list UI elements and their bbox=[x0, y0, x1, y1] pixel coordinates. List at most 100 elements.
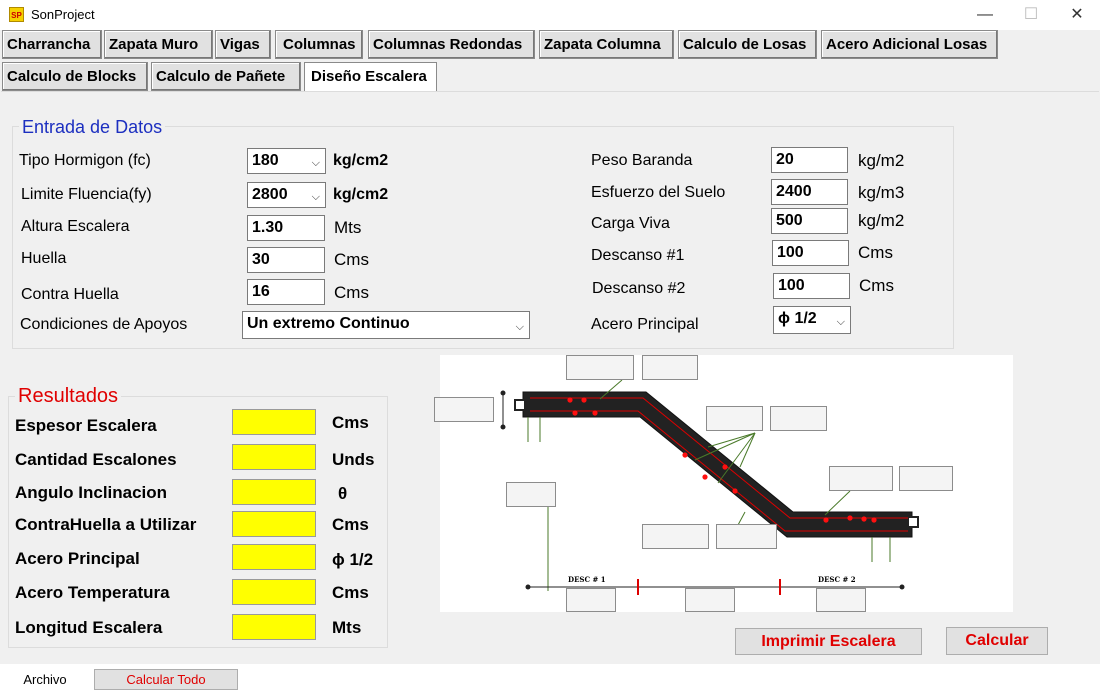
diagram-box bbox=[770, 406, 827, 431]
maximize-button[interactable]: ☐ bbox=[1008, 0, 1054, 30]
tipo-hormigon-label: Tipo Hormigon (fc) bbox=[19, 152, 151, 169]
res-value-cantidad bbox=[232, 444, 316, 470]
res-label-cantidad: Cantidad Escalones bbox=[15, 450, 177, 469]
diagram-box bbox=[434, 397, 494, 422]
huella-unit: Cms bbox=[334, 250, 369, 269]
chevron-down-icon: ⌵ bbox=[836, 316, 845, 328]
tipo-hormigon-select[interactable]: 180 ⌵ bbox=[247, 148, 326, 174]
res-label-angulo: Angulo Inclinacion bbox=[15, 483, 168, 502]
condiciones-apoyos-select[interactable]: Un extremo Continuo ⌵ bbox=[242, 311, 530, 339]
res-unit-contrahuella: Cms bbox=[332, 515, 369, 534]
huella-label: Huella bbox=[21, 250, 67, 267]
descanso1-label: Descanso #1 bbox=[591, 247, 685, 264]
res-value-longitud bbox=[232, 614, 316, 640]
tipo-hormigon-unit: kg/cm2 bbox=[333, 152, 389, 169]
title-bar: SP SonProject — ☐ ✕ bbox=[0, 0, 1100, 30]
altura-escalera-label: Altura Escalera bbox=[21, 218, 130, 235]
diagram-box bbox=[506, 482, 556, 507]
res-label-espesor: Espesor Escalera bbox=[15, 416, 157, 435]
diagram-box bbox=[566, 355, 634, 380]
carga-viva-label: Carga Viva bbox=[591, 215, 670, 232]
diagram-box bbox=[642, 524, 709, 549]
resultados-legend: Resultados bbox=[15, 385, 122, 408]
diagram-box bbox=[642, 355, 698, 380]
res-unit-cantidad: Unds bbox=[332, 450, 375, 469]
limite-fluencia-select[interactable]: 2800 ⌵ bbox=[247, 182, 326, 208]
tab-calculo-losas[interactable]: Calculo de Losas bbox=[678, 30, 817, 59]
res-value-acero-principal bbox=[232, 544, 316, 570]
diagram-box bbox=[829, 466, 893, 491]
desc1-label: DESC # 1 bbox=[568, 575, 606, 584]
diagram-box bbox=[706, 406, 763, 431]
limite-fluencia-label: Limite Fluencia(fy) bbox=[21, 186, 152, 203]
tab-calculo-panete[interactable]: Calculo de Pañete bbox=[151, 62, 301, 91]
res-unit-espesor: Cms bbox=[332, 413, 369, 432]
peso-baranda-input[interactable]: 20 bbox=[771, 147, 848, 173]
condiciones-apoyos-value: Un extremo Continuo bbox=[247, 315, 410, 332]
chevron-down-icon: ⌵ bbox=[311, 157, 320, 169]
imprimir-escalera-button[interactable]: Imprimir Escalera bbox=[735, 628, 922, 655]
peso-baranda-unit: kg/m2 bbox=[858, 151, 905, 170]
acero-principal-select[interactable]: ϕ 1/2 ⌵ bbox=[773, 306, 851, 334]
left-notch bbox=[514, 399, 526, 411]
descanso2-label: Descanso #2 bbox=[592, 280, 686, 297]
res-label-acero-temperatura: Acero Temperatura bbox=[15, 583, 170, 602]
res-label-contrahuella: ContraHuella a Utilizar bbox=[15, 515, 197, 534]
peso-baranda-label: Peso Baranda bbox=[591, 152, 693, 169]
contra-huella-unit: Cms bbox=[334, 283, 369, 302]
entrada-legend: Entrada de Datos bbox=[19, 117, 166, 138]
tab-columnas[interactable]: Columnas bbox=[275, 30, 363, 59]
chevron-down-icon: ⌵ bbox=[515, 321, 524, 333]
diagram-box bbox=[716, 524, 777, 549]
altura-escalera-unit: Mts bbox=[334, 218, 362, 237]
tab-zapata-muro[interactable]: Zapata Muro bbox=[104, 30, 213, 59]
tab-calculo-blocks[interactable]: Calculo de Blocks bbox=[2, 62, 148, 91]
right-notch bbox=[907, 516, 919, 528]
diagram-box bbox=[685, 588, 735, 612]
chevron-down-icon: ⌵ bbox=[311, 191, 320, 203]
tab-zapata-columna[interactable]: Zapata Columna bbox=[539, 30, 674, 59]
calcular-todo-button[interactable]: Calcular Todo bbox=[94, 669, 238, 690]
tab-diseno-escalera[interactable]: Diseño Escalera bbox=[304, 62, 437, 91]
diagram-box bbox=[816, 588, 866, 612]
res-unit-angulo: θ bbox=[338, 484, 348, 503]
archivo-menu[interactable]: Archivo bbox=[9, 666, 81, 693]
huella-input[interactable]: 30 bbox=[247, 247, 325, 273]
res-label-longitud: Longitud Escalera bbox=[15, 618, 163, 637]
carga-viva-unit: kg/m2 bbox=[858, 211, 905, 230]
descanso2-unit: Cms bbox=[859, 276, 894, 295]
diagram-box bbox=[899, 466, 953, 491]
limite-fluencia-value: 2800 bbox=[252, 186, 288, 203]
descanso1-input[interactable]: 100 bbox=[772, 240, 849, 266]
app-icon: SP bbox=[9, 7, 24, 22]
limite-fluencia-unit: kg/cm2 bbox=[333, 186, 389, 203]
tab-charrancha[interactable]: Charrancha bbox=[2, 30, 102, 59]
res-unit-acero-temperatura: Cms bbox=[332, 583, 369, 602]
res-label-acero-principal: Acero Principal bbox=[15, 549, 140, 568]
esfuerzo-suelo-label: Esfuerzo del Suelo bbox=[591, 184, 726, 201]
res-unit-longitud: Mts bbox=[332, 618, 362, 637]
res-value-contrahuella bbox=[232, 511, 316, 537]
res-unit-acero-principal: ϕ 1/2 bbox=[332, 550, 374, 569]
altura-escalera-input[interactable]: 1.30 bbox=[247, 215, 325, 241]
res-value-angulo bbox=[232, 479, 316, 505]
close-button[interactable]: ✕ bbox=[1054, 0, 1100, 30]
res-value-acero-temperatura bbox=[232, 579, 316, 605]
tab-acero-adicional-losas[interactable]: Acero Adicional Losas bbox=[821, 30, 998, 59]
esfuerzo-suelo-input[interactable]: 2400 bbox=[771, 179, 848, 205]
descanso2-input[interactable]: 100 bbox=[773, 273, 850, 299]
contra-huella-input[interactable]: 16 bbox=[247, 279, 325, 305]
desc2-label: DESC # 2 bbox=[818, 575, 856, 584]
minimize-button[interactable]: — bbox=[962, 0, 1008, 30]
calcular-button[interactable]: Calcular bbox=[946, 627, 1048, 655]
contra-huella-label: Contra Huella bbox=[21, 286, 119, 303]
carga-viva-input[interactable]: 500 bbox=[771, 208, 848, 234]
tipo-hormigon-value: 180 bbox=[252, 152, 279, 169]
acero-principal-label: Acero Principal bbox=[591, 316, 699, 333]
acero-principal-value: ϕ 1/2 bbox=[778, 310, 817, 327]
esfuerzo-suelo-unit: kg/m3 bbox=[858, 183, 905, 202]
descanso1-unit: Cms bbox=[858, 243, 893, 262]
tab-columnas-redondas[interactable]: Columnas Redondas bbox=[368, 30, 535, 59]
tab-vigas[interactable]: Vigas bbox=[215, 30, 271, 59]
condiciones-apoyos-label: Condiciones de Apoyos bbox=[20, 316, 188, 333]
